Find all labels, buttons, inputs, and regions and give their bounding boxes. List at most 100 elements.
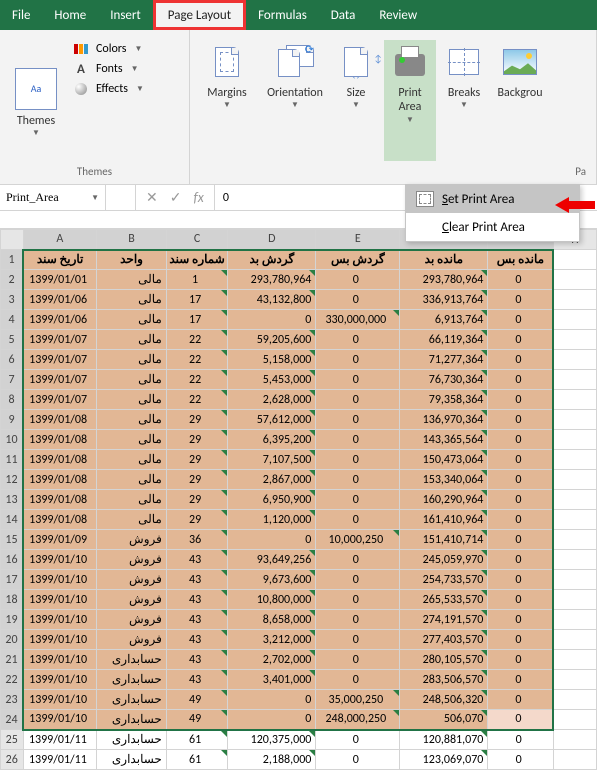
cell[interactable]	[553, 510, 596, 530]
row-header[interactable]: 7	[1, 370, 24, 390]
cell[interactable]: 0	[316, 570, 400, 590]
column-header[interactable]: E	[316, 230, 400, 250]
row-header[interactable]: 23	[1, 690, 24, 710]
cancel-icon[interactable]: ✕	[146, 189, 158, 206]
row-header[interactable]: 20	[1, 630, 24, 650]
cell[interactable]: 506,070	[400, 710, 488, 730]
cell[interactable]: 29	[166, 470, 227, 490]
cell[interactable]: 0	[316, 410, 400, 430]
cell[interactable]	[553, 410, 596, 430]
cell[interactable]: 1399/01/06	[23, 310, 97, 330]
column-header[interactable]: D	[228, 230, 316, 250]
breaks-button[interactable]: Breaks ▼	[438, 40, 490, 161]
print-area-button[interactable]: Print Area ▼	[384, 40, 436, 161]
tab-page-layout[interactable]: Page Layout	[153, 0, 246, 30]
cell[interactable]: 0	[488, 530, 554, 550]
cell[interactable]	[553, 690, 596, 710]
cell[interactable]: 0	[488, 590, 554, 610]
cell[interactable]: 336,913,764	[400, 290, 488, 310]
cell[interactable]: 1399/01/10	[23, 690, 97, 710]
tab-file[interactable]: File	[0, 0, 42, 30]
cell[interactable]: 136,970,364	[400, 410, 488, 430]
cell[interactable]: 1399/01/08	[23, 470, 97, 490]
cell[interactable]: 1399/01/08	[23, 430, 97, 450]
cell[interactable]	[553, 390, 596, 410]
cell[interactable]	[553, 430, 596, 450]
cell[interactable]: 0	[316, 350, 400, 370]
row-header[interactable]: 1	[1, 250, 24, 270]
cell[interactable]: 36	[166, 530, 227, 550]
cell[interactable]: 293,780,964	[228, 270, 316, 290]
cell[interactable]: 1399/01/10	[23, 630, 97, 650]
cell[interactable]: 1399/01/10	[23, 650, 97, 670]
cell[interactable]: 0	[488, 670, 554, 690]
cell[interactable]	[553, 490, 596, 510]
cell[interactable]: 1399/01/08	[23, 410, 97, 430]
cell[interactable]	[553, 270, 596, 290]
cell[interactable]: 2,702,000	[228, 650, 316, 670]
cell[interactable]	[553, 630, 596, 650]
cell[interactable]: مالی	[97, 390, 167, 410]
cell[interactable]: 0	[488, 310, 554, 330]
cell[interactable]: مالی	[97, 330, 167, 350]
row-header[interactable]: 15	[1, 530, 24, 550]
cell[interactable]: مالی	[97, 410, 167, 430]
row-header[interactable]: 25	[1, 730, 24, 750]
cell[interactable]: 1	[166, 270, 227, 290]
cell[interactable]: 43	[166, 650, 227, 670]
row-header[interactable]: 11	[1, 450, 24, 470]
cell[interactable]	[553, 710, 596, 730]
cell[interactable]: 29	[166, 510, 227, 530]
cell[interactable]: مالی	[97, 510, 167, 530]
cell[interactable]: 254,733,570	[400, 570, 488, 590]
cell[interactable]	[553, 570, 596, 590]
cell[interactable]: 0	[488, 650, 554, 670]
cell[interactable]: 123,069,070	[400, 750, 488, 770]
cell[interactable]: 17	[166, 290, 227, 310]
cell[interactable]: 0	[488, 510, 554, 530]
cell[interactable]: مالی	[97, 310, 167, 330]
cell[interactable]: 49	[166, 710, 227, 730]
cell[interactable]: 61	[166, 730, 227, 750]
tab-insert[interactable]: Insert	[98, 0, 153, 30]
cell[interactable]	[553, 290, 596, 310]
column-header[interactable]: A	[23, 230, 97, 250]
cell[interactable]: 120,375,000	[228, 730, 316, 750]
cell[interactable]: مالی	[97, 290, 167, 310]
cell[interactable]: 6,395,200	[228, 430, 316, 450]
cell[interactable]: 22	[166, 370, 227, 390]
size-button[interactable]: Size ▼	[330, 40, 382, 161]
cell[interactable]: 3,401,000	[228, 670, 316, 690]
cell[interactable]: 1,120,000	[228, 510, 316, 530]
row-header[interactable]: 9	[1, 410, 24, 430]
cell[interactable]: 1399/01/07	[23, 330, 97, 350]
cell[interactable]: 35,000,250	[316, 690, 400, 710]
cell[interactable]: 66,119,364	[400, 330, 488, 350]
cell[interactable]: 330,000,000	[316, 310, 400, 330]
cell[interactable]: فروش	[97, 570, 167, 590]
cell[interactable]: 280,105,570	[400, 650, 488, 670]
cell[interactable]: 10,000,250	[316, 530, 400, 550]
row-header[interactable]: 10	[1, 430, 24, 450]
cell[interactable]: 0	[316, 630, 400, 650]
cell[interactable]: 0	[316, 290, 400, 310]
cell[interactable]: 22	[166, 350, 227, 370]
cell[interactable]: 0	[488, 330, 554, 350]
cell[interactable]: 161,410,964	[400, 510, 488, 530]
cell[interactable]: 43,132,800	[228, 290, 316, 310]
cell[interactable]: 248,000,250	[316, 710, 400, 730]
cell[interactable]: 17	[166, 310, 227, 330]
cell[interactable]: 0	[488, 450, 554, 470]
cell[interactable]: 29	[166, 410, 227, 430]
cell[interactable]: 7,107,500	[228, 450, 316, 470]
cell[interactable]: مالی	[97, 490, 167, 510]
cell[interactable]: 43	[166, 610, 227, 630]
cell[interactable]: 1399/01/10	[23, 590, 97, 610]
cell[interactable]: 93,649,256	[228, 550, 316, 570]
cell[interactable]: 22	[166, 330, 227, 350]
cell[interactable]: 9,673,600	[228, 570, 316, 590]
row-header[interactable]: 5	[1, 330, 24, 350]
themes-button[interactable]: Aa Themes ▼	[8, 36, 64, 161]
cell[interactable]	[553, 330, 596, 350]
cell[interactable]: 0	[488, 750, 554, 770]
